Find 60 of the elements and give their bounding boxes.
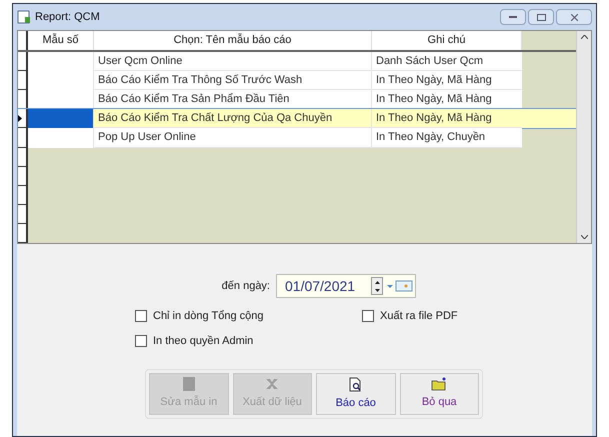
row-header-cell[interactable]: [18, 90, 28, 110]
close-icon: [570, 14, 578, 20]
column-header: Chọn: Tên mẫu báo cáo: [94, 31, 372, 50]
checkbox-label: In theo quyền Admin: [153, 334, 254, 348]
toolbar-button[interactable]: Bỏ qua: [400, 373, 479, 415]
table-cell: In Theo Ngày, Chuyền: [372, 128, 522, 148]
folder-icon: [431, 377, 448, 392]
table-cell: Pop Up User Online: [94, 128, 372, 148]
table-row[interactable]: Báo Cáo Kiểm Tra Chất Lượng Của Qa Chuyền In Theo Ngày, Mã Hàng: [18, 109, 576, 128]
document-icon: [182, 377, 195, 392]
minimize-icon: [509, 15, 517, 19]
column-header: Ghi chú: [372, 31, 522, 50]
maximize-button[interactable]: [528, 9, 554, 25]
calendar-dropdown-icon[interactable]: [387, 280, 413, 292]
row-header-cell[interactable]: [18, 52, 28, 72]
date-field[interactable]: 01/07/2021: [276, 274, 416, 298]
table-cell: [28, 52, 94, 72]
table-cell: Báo Cáo Kiểm Tra Chất Lượng Của Qa Chuyền: [94, 109, 372, 128]
table-cell: Báo Cáo Kiểm Tra Thông Số Trước Wash: [94, 71, 372, 90]
table-cell: In Theo Ngày, Mã Hàng: [372, 90, 522, 110]
toolbar-button[interactable]: Báo cáo: [316, 373, 396, 415]
table-cell: Báo Cáo Kiểm Tra Sản Phẩm Đầu Tiên: [94, 90, 372, 110]
row-header-cell: [18, 186, 28, 205]
close-button[interactable]: [556, 9, 592, 25]
checkbox[interactable]: [135, 310, 147, 322]
checkbox-label: Xuất ra file PDF: [380, 309, 458, 324]
document-search-icon: [349, 376, 362, 392]
spin-up-icon: [374, 280, 380, 284]
scroll-down-icon: [580, 235, 588, 239]
table-cell: [28, 128, 94, 148]
spin-button[interactable]: [371, 277, 383, 295]
row-header-cell[interactable]: [18, 109, 28, 128]
row-header-cell: [18, 204, 28, 224]
table-cell: In Theo Ngày, Mã Hàng: [372, 71, 522, 90]
export-icon: [265, 377, 280, 392]
row-header-cell[interactable]: [18, 71, 28, 90]
restore-icon: [536, 14, 546, 20]
table-cell: [28, 109, 94, 128]
table-cell: [28, 90, 94, 110]
row-header-cell: [18, 166, 28, 186]
vertical-scrollbar[interactable]: [576, 31, 591, 243]
scroll-up-icon: [580, 35, 588, 39]
row-header-cell: [18, 224, 28, 244]
spin-down-icon: [374, 288, 380, 292]
table-row[interactable]: Pop Up User Online In Theo Ngày, Chuyền: [18, 128, 576, 148]
column-header: Mẫu số: [28, 31, 94, 50]
report-icon: [17, 10, 31, 24]
row-header-cell: [18, 148, 28, 167]
date-label: đến ngày:: [222, 278, 270, 294]
checkbox[interactable]: [362, 310, 374, 322]
checkbox[interactable]: [135, 334, 147, 347]
checkbox-label: Chỉ in dòng Tổng cộng: [153, 309, 264, 324]
table-row[interactable]: User Qcm Online Danh Sách User Qcm: [18, 52, 576, 72]
row-header-cell[interactable]: [18, 128, 28, 148]
table-cell: Danh Sách User Qcm: [372, 52, 522, 72]
minimize-button[interactable]: [500, 9, 526, 25]
row-pointer-icon: [18, 114, 22, 122]
row-header-cell: [18, 31, 28, 50]
window-title: Report: QCM: [35, 10, 100, 25]
table-cell: User Qcm Online: [94, 52, 372, 72]
